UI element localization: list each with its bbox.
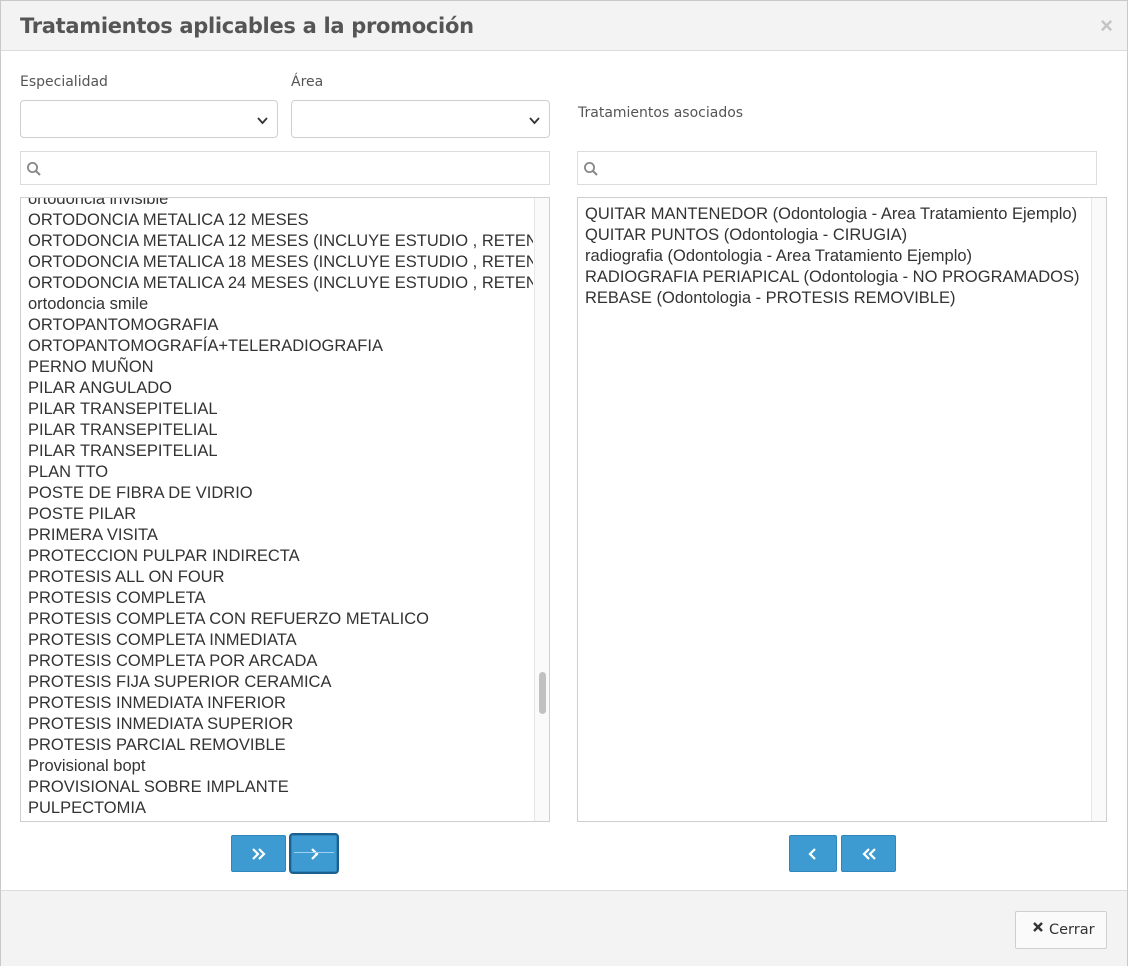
list-item[interactable]: QUITAR PUNTOS (Odontologia - CIRUGIA) bbox=[585, 225, 1090, 246]
list-item[interactable]: REBASE (Odontologia - PROTESIS REMOVIBLE… bbox=[585, 288, 1090, 309]
available-scrollbar[interactable] bbox=[534, 198, 549, 821]
chevron-left-icon bbox=[808, 847, 816, 860]
list-item[interactable]: ortodoncia smile bbox=[28, 294, 533, 315]
available-search-input[interactable] bbox=[47, 156, 543, 180]
remove-selected-button[interactable] bbox=[789, 835, 837, 872]
treatments-modal: Tratamientos aplicables a la promoción ×… bbox=[0, 0, 1128, 966]
list-item[interactable]: ORTOPANTOMOGRAFÍA+TELERADIOGRAFIA bbox=[28, 336, 533, 357]
double-chevron-right-icon bbox=[251, 847, 266, 860]
available-search bbox=[20, 151, 550, 185]
area-label: Área bbox=[291, 74, 324, 90]
list-item[interactable]: ORTODONCIA METALICA 24 MESES (INCLUYE ES… bbox=[28, 273, 533, 294]
list-item[interactable]: QUITAR MANTENEDOR (Odontologia - Area Tr… bbox=[585, 204, 1090, 225]
close-button-label: Cerrar bbox=[1049, 922, 1095, 938]
list-item[interactable]: PROTECCION PULPAR INDIRECTA bbox=[28, 546, 533, 567]
list-item[interactable]: ORTODONCIA METALICA 12 MESES bbox=[28, 210, 533, 231]
especialidad-select[interactable] bbox=[20, 100, 278, 138]
chevron-right-icon bbox=[311, 847, 319, 860]
list-item[interactable]: PROTESIS FIJA SUPERIOR CERAMICA bbox=[28, 672, 533, 693]
list-item[interactable]: ORTODONCIA METALICA 12 MESES (INCLUYE ES… bbox=[28, 231, 533, 252]
available-scroll-thumb[interactable] bbox=[539, 672, 546, 714]
list-item[interactable]: PROTESIS COMPLETA bbox=[28, 588, 533, 609]
chevron-down-icon bbox=[529, 117, 540, 125]
list-item[interactable]: PRIMERA VISITA bbox=[28, 525, 533, 546]
list-item[interactable]: ORTOPANTOMOGRAFIA bbox=[28, 315, 533, 336]
chevron-down-icon bbox=[257, 117, 268, 125]
close-icon bbox=[1033, 922, 1043, 932]
search-icon bbox=[584, 162, 598, 176]
list-item[interactable]: PROTESIS COMPLETA CON REFUERZO METALICO bbox=[28, 609, 533, 630]
list-item[interactable]: PROTESIS ALL ON FOUR bbox=[28, 567, 533, 588]
add-selected-button[interactable] bbox=[291, 835, 337, 872]
list-item[interactable]: PILAR TRANSEPITELIAL bbox=[28, 420, 533, 441]
associated-search bbox=[577, 151, 1097, 185]
available-items: ortodoncia invisible ORTODONCIA METALICA… bbox=[28, 198, 533, 819]
list-item[interactable]: Provisional bopt bbox=[28, 756, 533, 777]
list-item[interactable]: PROTESIS INMEDIATA INFERIOR bbox=[28, 693, 533, 714]
list-item[interactable]: PLAN TTO bbox=[28, 462, 533, 483]
associated-items: QUITAR MANTENEDOR (Odontologia - Area Tr… bbox=[585, 204, 1090, 309]
modal-title: Tratamientos aplicables a la promoción bbox=[20, 14, 474, 38]
list-item[interactable]: PROTESIS COMPLETA POR ARCADA bbox=[28, 651, 533, 672]
list-item[interactable]: radiografia (Odontologia - Area Tratamie… bbox=[585, 246, 1090, 267]
associated-treatments-list[interactable]: QUITAR MANTENEDOR (Odontologia - Area Tr… bbox=[577, 197, 1107, 822]
list-item[interactable]: PROTESIS INMEDIATA SUPERIOR bbox=[28, 714, 533, 735]
modal-footer: Cerrar bbox=[1, 890, 1127, 966]
add-all-button[interactable] bbox=[231, 835, 286, 872]
list-item[interactable]: POSTE DE FIBRA DE VIDRIO bbox=[28, 483, 533, 504]
search-icon bbox=[27, 162, 41, 176]
tratamientos-asociados-label: Tratamientos asociados bbox=[578, 105, 744, 121]
list-item[interactable]: RADIOGRAFIA PERIAPICAL (Odontologia - NO… bbox=[585, 267, 1090, 288]
list-item[interactable]: PILAR ANGULADO bbox=[28, 378, 533, 399]
available-treatments-list[interactable]: ortodoncia invisible ORTODONCIA METALICA… bbox=[20, 197, 550, 822]
close-button[interactable]: Cerrar bbox=[1015, 911, 1107, 949]
modal-header: Tratamientos aplicables a la promoción × bbox=[1, 1, 1127, 51]
list-item[interactable]: PROTESIS PARCIAL REMOVIBLE bbox=[28, 735, 533, 756]
list-item[interactable]: POSTE PILAR bbox=[28, 504, 533, 525]
list-item[interactable]: ortodoncia invisible bbox=[28, 198, 533, 210]
associated-search-input[interactable] bbox=[604, 156, 1090, 180]
list-item[interactable]: PILAR TRANSEPITELIAL bbox=[28, 399, 533, 420]
list-item[interactable]: PILAR TRANSEPITELIAL bbox=[28, 441, 533, 462]
list-item[interactable]: PULPECTOMIA bbox=[28, 798, 533, 819]
especialidad-label: Especialidad bbox=[20, 74, 108, 90]
list-item[interactable]: PROVISIONAL SOBRE IMPLANTE bbox=[28, 777, 533, 798]
area-select[interactable] bbox=[291, 100, 550, 138]
remove-all-button[interactable] bbox=[841, 835, 896, 872]
double-chevron-left-icon bbox=[861, 847, 876, 860]
list-item[interactable]: ORTODONCIA METALICA 18 MESES (INCLUYE ES… bbox=[28, 252, 533, 273]
list-item[interactable]: PROTESIS COMPLETA INMEDIATA bbox=[28, 630, 533, 651]
close-icon[interactable]: × bbox=[1100, 13, 1113, 39]
list-item[interactable]: PERNO MUÑON bbox=[28, 357, 533, 378]
associated-scrollbar[interactable] bbox=[1091, 198, 1106, 821]
